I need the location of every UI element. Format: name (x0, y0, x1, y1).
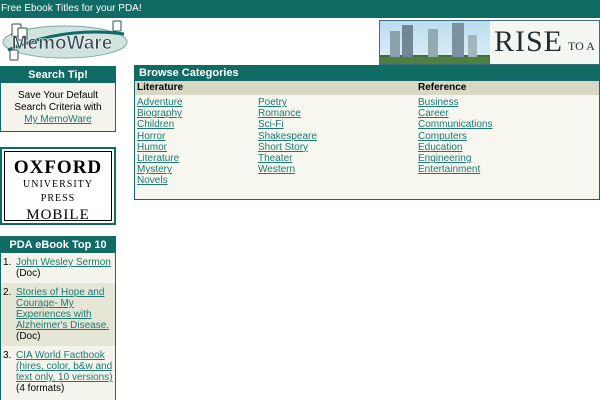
top10-title: PDA eBook Top 10 (1, 237, 115, 253)
category-link[interactable]: Poetry (258, 97, 317, 108)
category-column-2: Poetry Romance Sci-Fi Shakespeare Short Stor… (258, 97, 317, 175)
oxford-subtitle: UNIVERSITY PRESS (23, 179, 93, 204)
category-link[interactable]: Children (137, 119, 183, 130)
category-link[interactable]: Computers (418, 131, 492, 142)
category-link[interactable]: Engineering (418, 153, 492, 164)
logo-wordmark: MemoWare (12, 33, 113, 54)
search-tip-line2: Search Criteria with (14, 102, 102, 113)
top10-format: (4 formats) (16, 383, 65, 394)
ad-banner[interactable]: RISE TO A (379, 20, 600, 65)
category-link[interactable]: Adventure (137, 97, 183, 108)
my-memoware-link[interactable]: My MemoWare (24, 114, 91, 125)
reference-header: Reference (418, 82, 467, 93)
oxford-mobile: MOBILE (26, 207, 90, 223)
top10-link-2[interactable]: Stories of Hope and Courage- My Experien… (16, 287, 109, 331)
banner-subtext: TO A (568, 39, 595, 53)
category-link[interactable]: Biography (137, 108, 183, 119)
browse-column-headers: Literature Reference (135, 81, 599, 95)
top10-format: (Doc) (16, 268, 41, 279)
category-link[interactable]: Entertainment (418, 164, 492, 175)
category-column-1: Adventure Biography Children Horror Humor Lit… (137, 97, 183, 187)
oxford-title: OXFORD (13, 157, 103, 178)
search-tip-line1: Save Your Default (17, 90, 99, 101)
category-link[interactable]: Literature (137, 153, 183, 164)
banner-image (380, 21, 490, 64)
category-link[interactable]: Romance (258, 108, 317, 119)
oxford-mobile-ad[interactable]: OXFORD UNIVERSITY PRESS MOBILE (0, 147, 116, 225)
category-link[interactable]: Shakespeare (258, 131, 317, 142)
category-link[interactable]: Western (258, 164, 317, 175)
category-link[interactable]: Career (418, 108, 492, 119)
top10-format: (Doc) (16, 331, 41, 342)
list-item: 3. CIA World Factbook (hires, color, b&w… (3, 350, 113, 394)
category-link[interactable]: Novels (137, 175, 183, 186)
top10-box: PDA eBook Top 10 1. John Wesley Sermon (… (0, 236, 116, 400)
browse-categories-panel: Browse Categories Literature Reference A… (134, 65, 600, 200)
category-column-3: Business Career Communications Computers Edu… (418, 97, 492, 175)
top10-link-1[interactable]: John Wesley Sermon (16, 257, 111, 268)
literature-header: Literature (137, 82, 184, 93)
category-link[interactable]: Short Story (258, 142, 317, 153)
list-item: 2. Stories of Hope and Courage- My Exper… (1, 283, 115, 346)
memoware-logo-icon: MemoWare (2, 20, 128, 61)
list-item: 1. John Wesley Sermon (Doc) (3, 257, 111, 279)
category-link[interactable]: Theater (258, 153, 317, 164)
memoware-logo[interactable]: MemoWare (0, 20, 130, 62)
category-link[interactable]: Business (418, 97, 492, 108)
skyline-icon (380, 23, 490, 64)
browse-title: Browse Categories (135, 66, 599, 81)
category-link[interactable]: Humor (137, 142, 183, 153)
category-link[interactable]: Sci-Fi (258, 119, 317, 130)
category-link[interactable]: Mystery (137, 164, 183, 175)
banner-headline: RISE (494, 25, 564, 58)
search-tip-title: Search Tip! (1, 67, 115, 83)
category-link[interactable]: Education (418, 142, 492, 153)
category-link[interactable]: Horror (137, 131, 183, 142)
top-bar: Free Ebook Titles for your PDA! (0, 0, 600, 18)
tagline: Free Ebook Titles for your PDA! (1, 3, 142, 14)
search-tip-box: Search Tip! Save Your Default Search Cri… (0, 66, 116, 132)
category-link[interactable]: Communications (418, 119, 492, 130)
top10-link-3[interactable]: CIA World Factbook (hires, color, b&w an… (16, 350, 113, 383)
